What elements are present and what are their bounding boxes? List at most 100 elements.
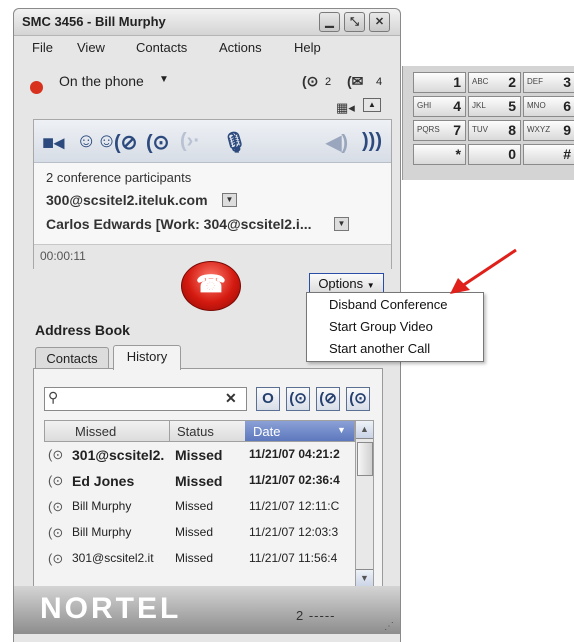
clear-search-button[interactable]: ✕ xyxy=(225,390,237,407)
filter-outgoing-calls-button[interactable]: (⊙ xyxy=(346,387,370,411)
history-date: 11/21/07 12:03:3 xyxy=(249,525,339,539)
address-book-title: Address Book xyxy=(35,322,130,338)
participant-1-dropdown[interactable]: ▼ xyxy=(222,193,237,207)
table-row[interactable]: (⊙ 301@scsitel2. Missed 11/21/07 04:21:2 xyxy=(44,442,353,467)
collapse-icon[interactable]: ▲ xyxy=(363,98,381,112)
menu-help[interactable]: Help xyxy=(294,40,321,55)
arrow-down-icon: ▼ xyxy=(360,573,369,583)
participant-1: 300@scsitel2.iteluk.com xyxy=(46,192,208,208)
menu-item-disband-conference[interactable]: Disband Conference xyxy=(307,297,483,312)
table-row[interactable]: (⊙ Bill Murphy Missed 11/21/07 12:11:C xyxy=(44,494,353,519)
window-title: SMC 3456 - Bill Murphy xyxy=(22,14,166,29)
volume-icon[interactable]: ◀) xyxy=(326,130,348,155)
dialpad-key-digit: # xyxy=(563,146,571,162)
resize-grip-icon[interactable]: ⋰ xyxy=(384,621,394,632)
minimize-button[interactable]: ▁ xyxy=(319,12,340,32)
dialpad-key-digit: 8 xyxy=(508,122,516,138)
dialpad-key-6[interactable]: MNO 6 xyxy=(523,96,574,117)
restore-button[interactable]: ⤡ xyxy=(344,12,365,32)
status-label: On the phone xyxy=(59,73,144,89)
dialpad-key-letters: JKL xyxy=(472,101,486,110)
outgoing-calls-icon: (⊙ xyxy=(349,390,367,407)
dialpad-key-9[interactable]: WXYZ 9 xyxy=(523,120,574,141)
history-status: Missed xyxy=(175,447,223,463)
filter-missed-calls-button[interactable]: (⊙ xyxy=(286,387,310,411)
dialpad-key-digit: 5 xyxy=(508,98,516,114)
menu-file[interactable]: File xyxy=(32,40,53,55)
scroll-down-button[interactable]: ▼ xyxy=(356,569,373,587)
menu-item-start-group-video[interactable]: Start Group Video xyxy=(307,319,483,334)
history-table-header: Missed Status Date ▼ xyxy=(44,420,355,442)
close-icon: ✕ xyxy=(374,16,385,28)
dialpad-key-digit: * xyxy=(455,146,461,162)
dialpad-key-1[interactable]: 1 xyxy=(413,72,466,93)
filter-all-calls-button[interactable]: O xyxy=(256,387,280,411)
column-header-status[interactable]: Status xyxy=(177,424,214,439)
menu-contacts[interactable]: Contacts xyxy=(136,40,187,55)
dialpad-key-letters: WXYZ xyxy=(527,125,551,134)
chevron-down-icon: ▼ xyxy=(366,281,375,290)
forward-disabled-icon: (›· xyxy=(180,130,200,152)
dialpad-key-7[interactable]: PQRS 7 xyxy=(413,120,466,141)
voicemail-icon[interactable]: (✉ xyxy=(347,73,363,90)
column-header-date-sorted[interactable]: Date ▼ xyxy=(245,421,354,441)
dialpad-key-star[interactable]: * xyxy=(413,144,466,165)
video-camera-icon[interactable]: ■◂ xyxy=(42,130,64,155)
hold-icon[interactable]: (⊘ xyxy=(114,130,137,155)
call-timer: 00:00:11 xyxy=(40,249,86,263)
scroll-up-button[interactable]: ▲ xyxy=(356,421,373,439)
search-input[interactable]: ⚲ ✕ xyxy=(44,387,247,411)
close-button[interactable]: ✕ xyxy=(369,12,390,32)
history-panel: ⚲ ✕ O (⊙ (⊘ (⊙ Missed Status Date ▼ (⊙ 30… xyxy=(33,368,383,598)
dialpad-key-letters: GHI xyxy=(417,101,432,110)
transfer-icon[interactable]: (⊙ xyxy=(146,130,169,155)
tab-history[interactable]: History xyxy=(113,345,181,370)
history-status: Missed xyxy=(175,499,214,513)
scroll-thumb[interactable] xyxy=(357,442,373,476)
dialpad-key-4[interactable]: GHI 4 xyxy=(413,96,466,117)
missed-calls-icon[interactable]: (⊙ xyxy=(302,73,318,90)
tab-contacts[interactable]: Contacts xyxy=(35,347,109,370)
phone-hangup-icon: ☎ xyxy=(196,271,226,298)
menu-view[interactable]: View xyxy=(77,40,105,55)
all-calls-icon: O xyxy=(262,390,274,407)
participant-2-dropdown[interactable]: ▼ xyxy=(334,217,349,231)
tab-history-label: History xyxy=(126,349,168,364)
table-row[interactable]: (⊙ Bill Murphy Missed 11/21/07 12:03:3 xyxy=(44,520,353,545)
dialpad-key-8[interactable]: TUV 8 xyxy=(468,120,521,141)
menu-item-start-another-call[interactable]: Start another Call xyxy=(307,341,483,356)
speaker-icon[interactable]: ))) xyxy=(362,130,382,153)
vertical-scrollbar[interactable]: ▲ ▼ xyxy=(355,420,374,587)
menu-bar: File View Contacts Actions Help xyxy=(14,36,400,58)
red-annotation-arrow xyxy=(450,248,517,294)
dialpad-key-2[interactable]: ABC 2 xyxy=(468,72,521,93)
history-name: Bill Murphy xyxy=(72,499,132,513)
dialpad-key-5[interactable]: JKL 5 xyxy=(468,96,521,117)
dialpad-key-0[interactable]: 0 xyxy=(468,144,521,165)
conference-people-icon[interactable]: ☺☺ xyxy=(76,130,117,153)
dialpad-key-3[interactable]: DEF 3 xyxy=(523,72,574,93)
dialpad-key-digit: 6 xyxy=(563,98,571,114)
microphone-icon[interactable]: 🎙 xyxy=(222,130,247,155)
history-date: 11/21/07 12:11:C xyxy=(249,499,340,513)
participants-count-text: 2 conference participants xyxy=(46,170,192,185)
table-row[interactable]: (⊙ Ed Jones Missed 11/21/07 02:36:4 xyxy=(44,468,353,493)
dialpad-key-hash[interactable]: # xyxy=(523,144,574,165)
dialpad-key-digit: 2 xyxy=(508,74,516,90)
arrow-up-icon: ▲ xyxy=(360,424,369,434)
hangup-button[interactable]: ☎ xyxy=(181,261,241,311)
tab-contacts-label: Contacts xyxy=(46,351,98,366)
missed-call-icon: (⊙ xyxy=(48,551,64,566)
missed-call-icon: (⊙ xyxy=(48,525,64,540)
participant-2: Carlos Edwards [Work: 304@scsitel2.i... xyxy=(46,216,312,232)
column-header-date: Date xyxy=(253,424,281,439)
dialpad-key-letters: MNO xyxy=(527,101,546,110)
history-date: 11/21/07 02:36:4 xyxy=(249,473,340,487)
column-header-missed[interactable]: Missed xyxy=(75,424,116,439)
title-bar[interactable]: SMC 3456 - Bill Murphy ▁ ⤡ ✕ xyxy=(14,9,400,36)
missed-calls-count: 2 xyxy=(325,76,332,88)
dialpad-toggle-icon[interactable]: ▦◂ xyxy=(336,100,355,116)
filter-incoming-calls-button[interactable]: (⊘ xyxy=(316,387,340,411)
table-row[interactable]: (⊙ 301@scsitel2.it Missed 11/21/07 11:56:4 xyxy=(44,546,353,571)
menu-actions[interactable]: Actions xyxy=(219,40,262,55)
